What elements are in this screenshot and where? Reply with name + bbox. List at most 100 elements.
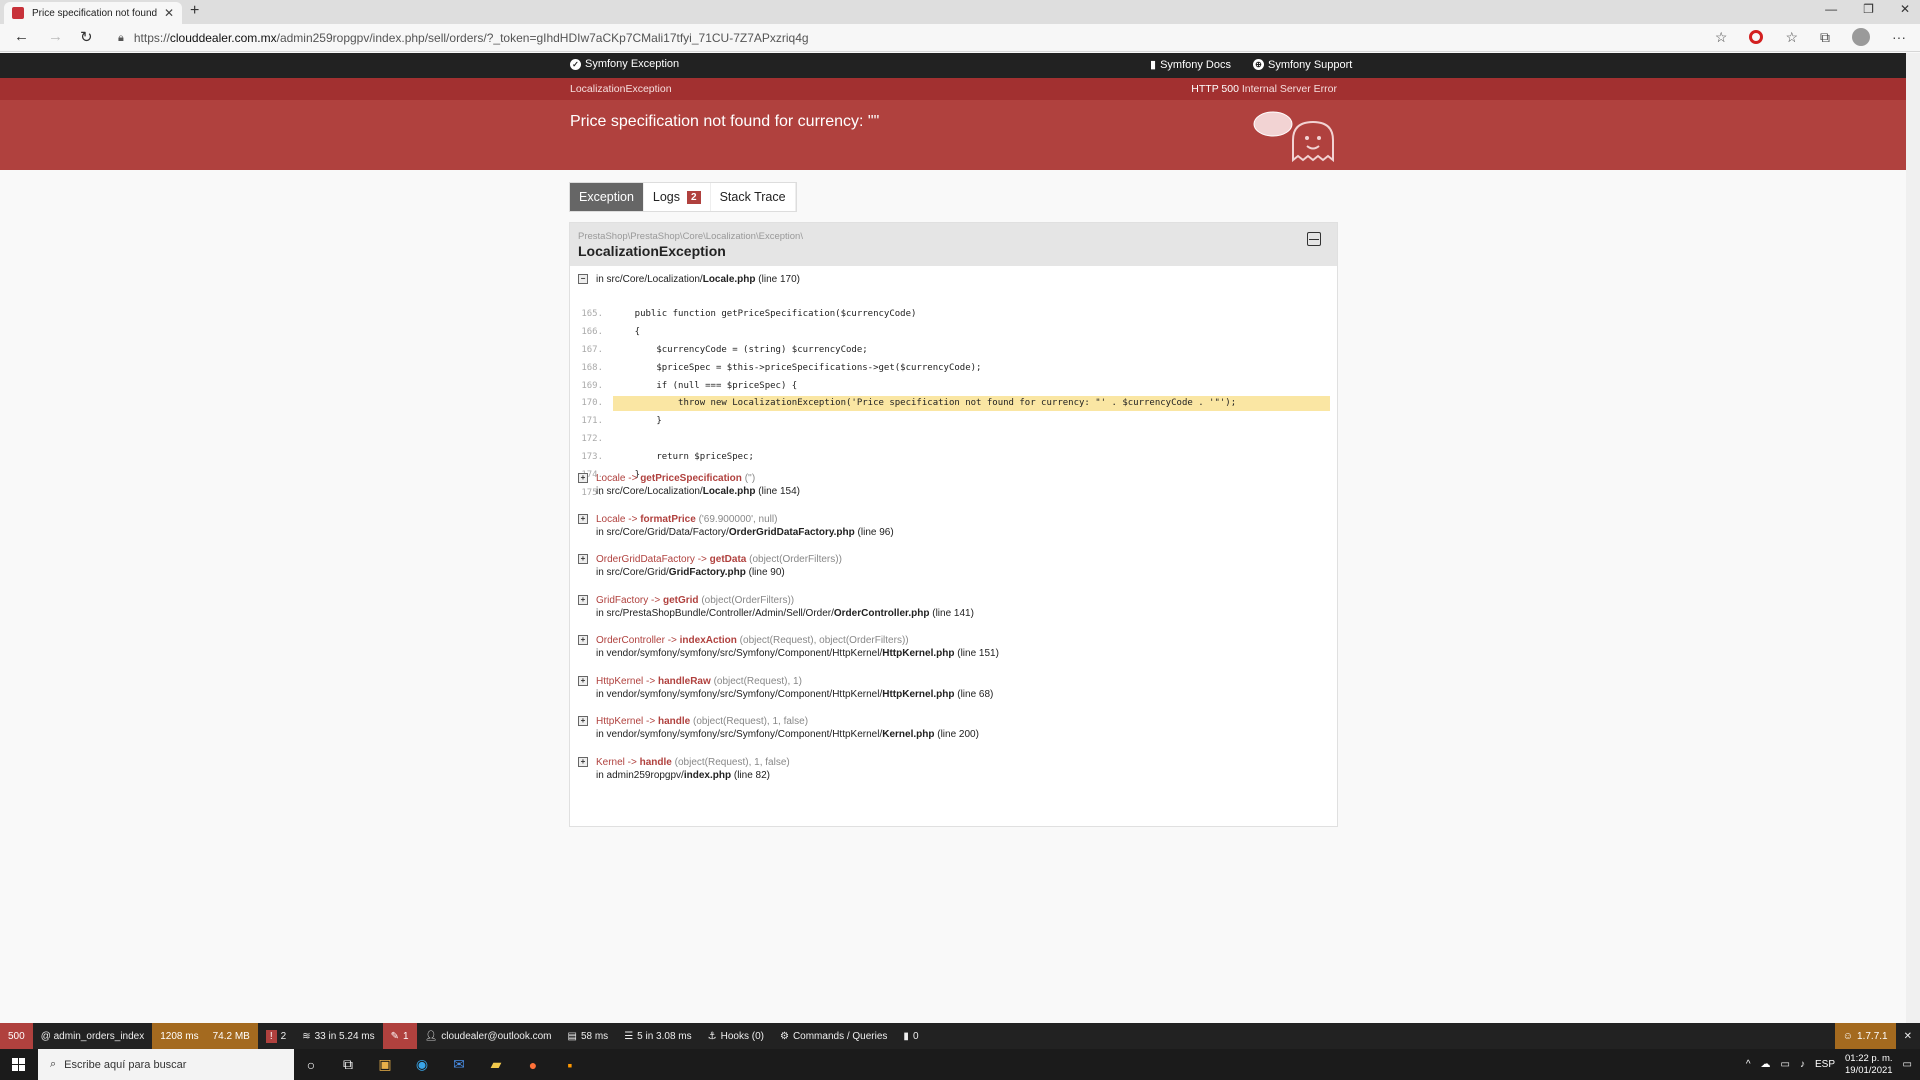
toggle-minus-icon[interactable]: − xyxy=(578,274,588,285)
store-icon[interactable]: ▣ xyxy=(376,1056,394,1074)
profile-avatar[interactable] xyxy=(1852,28,1870,46)
toggle-plus-icon[interactable]: + xyxy=(578,473,588,484)
language-indicator[interactable]: ESP xyxy=(1815,1059,1835,1070)
exception-name: LocalizationException xyxy=(578,243,726,259)
toolbar-db[interactable]: ☰ 5 in 3.08 ms xyxy=(616,1023,699,1049)
status-value: 500 xyxy=(8,1030,25,1042)
toolbar-logs[interactable]: ✎ 1 xyxy=(382,1023,417,1049)
trace-call[interactable]: + Locale -> getPriceSpecification ('') xyxy=(578,473,1330,484)
firefox-icon[interactable]: ● xyxy=(524,1056,542,1074)
cache-value: 33 in 5.24 ms xyxy=(314,1030,375,1042)
toolbar-errors[interactable]: ! 2 xyxy=(258,1023,294,1049)
windows-start-icon[interactable] xyxy=(12,1058,25,1071)
location-line: (line 170) xyxy=(758,274,800,285)
toolbar-status[interactable]: 500 xyxy=(0,1023,33,1049)
favorite-star-icon[interactable]: ☆ xyxy=(1715,29,1728,46)
toggle-plus-icon[interactable]: + xyxy=(578,594,588,605)
toggle-plus-icon[interactable]: + xyxy=(578,554,588,565)
edge-icon[interactable]: ◉ xyxy=(413,1056,431,1074)
toolbar-cache[interactable]: ≋ 33 in 5.24 ms xyxy=(294,1023,382,1049)
trace-class: Locale xyxy=(596,513,626,525)
trace-call[interactable]: + HttpKernel -> handle (object(Request), … xyxy=(578,716,1330,727)
trace-call[interactable]: + HttpKernel -> handleRaw (object(Request… xyxy=(578,676,1330,687)
cortana-icon[interactable]: ○ xyxy=(302,1056,320,1074)
prestashop-logo-icon: ☺︎ xyxy=(1842,1030,1854,1042)
trace-function: getData xyxy=(709,554,747,565)
window-controls: — ❐ ✕ xyxy=(1825,2,1910,16)
symfony-logo-icon: ✓ xyxy=(570,58,581,70)
toolbar-hooks[interactable]: ⚓︎ Hooks (0) xyxy=(700,1023,772,1049)
toolbar-render[interactable]: ▤ 58 ms xyxy=(560,1023,617,1049)
trace-call[interactable]: + OrderGridDataFactory -> getData (object… xyxy=(578,554,1330,565)
code-line: 165. public function getPriceSpecificati… xyxy=(578,305,1330,323)
trace-call[interactable]: + Kernel -> handle (object(Request), 1, f… xyxy=(578,757,1330,768)
toolbar-route[interactable]: @ admin_orders_index xyxy=(33,1023,153,1049)
url-path: /admin259ropgpv/index.php/sell/orders/?_… xyxy=(276,31,809,45)
tab-exception[interactable]: Exception xyxy=(570,183,644,211)
notifications-icon[interactable]: ▭ xyxy=(1903,1059,1912,1070)
trace-line: (line 200) xyxy=(937,729,979,740)
events-icon: ▮ xyxy=(903,1030,909,1042)
url-field[interactable]: 🔒︎ https://clouddealer.com.mx/admin259ro… xyxy=(118,28,1718,48)
browser-toolbar: ☆ ☆ ⧉ ··· xyxy=(1715,28,1906,46)
logs-value: 1 xyxy=(403,1030,409,1042)
trace-call[interactable]: + GridFactory -> getGrid (object(OrderFil… xyxy=(578,595,1330,606)
trace-call[interactable]: + OrderController -> indexAction (object(… xyxy=(578,635,1330,646)
trace-path: in src/Core/Grid/ xyxy=(596,567,669,578)
tab-stack-trace[interactable]: Stack Trace xyxy=(711,183,796,211)
line-number: 171. xyxy=(581,416,603,427)
tab-logs[interactable]: Logs 2 xyxy=(644,183,711,211)
reload-icon[interactable]: ↻ xyxy=(80,28,93,46)
collections-icon[interactable]: ⧉ xyxy=(1820,29,1830,46)
symfony-support-link[interactable]: ⊕ Symfony Support xyxy=(1252,58,1352,71)
toggle-plus-icon[interactable]: + xyxy=(578,635,588,646)
line-source: return $priceSpec; xyxy=(613,452,754,463)
favorites-icon[interactable]: ☆ xyxy=(1785,29,1798,46)
toolbar-version[interactable]: ☺︎ 1.7.7.1 xyxy=(1834,1023,1896,1049)
mail-icon[interactable]: ✉ xyxy=(450,1056,468,1074)
page-scrollbar[interactable] xyxy=(1906,53,1920,1023)
back-icon[interactable]: ← xyxy=(14,28,29,45)
opera-extension-icon[interactable] xyxy=(1749,30,1764,44)
toolbar-time[interactable]: 1208 ms 74.2 MB xyxy=(152,1023,258,1049)
toolbar-events[interactable]: ▮ 0 xyxy=(895,1023,926,1049)
toolbar-user[interactable]: 👤︎ cloudealer@outlook.com xyxy=(417,1023,560,1049)
trace-file: in vendor/symfony/symfony/src/Symfony/Co… xyxy=(578,729,1330,740)
trace-call[interactable]: + Locale -> formatPrice ('69.900000', nul… xyxy=(578,514,1330,525)
os-taskbar: ⌕ Escribe aquí para buscar ○ ⧉ ▣ ◉ ✉ ▰ ●… xyxy=(0,1049,1920,1080)
exception-message: Price specification not found for curren… xyxy=(570,113,880,130)
toolbar-commands[interactable]: ⚙︎ Commands / Queries xyxy=(772,1023,895,1049)
new-tab-icon[interactable]: + xyxy=(190,2,199,20)
network-icon[interactable]: ▭ xyxy=(1781,1059,1790,1070)
line-source: throw new LocalizationException('Price s… xyxy=(613,395,1330,411)
exception-location: − in src/Core/Localization/Locale.php (li… xyxy=(578,274,800,285)
debug-toolbar: 500 @ admin_orders_index 1208 ms 74.2 MB … xyxy=(0,1023,1920,1049)
task-view-icon[interactable]: ⧉ xyxy=(339,1056,357,1074)
volume-icon[interactable]: ♪ xyxy=(1800,1059,1805,1070)
close-window-icon[interactable]: ✕ xyxy=(1900,2,1910,16)
toggle-plus-icon[interactable]: + xyxy=(578,675,588,686)
search-icon: ⌕ xyxy=(50,1058,57,1070)
more-menu-icon[interactable]: ··· xyxy=(1892,29,1906,45)
toggle-plus-icon[interactable]: + xyxy=(578,716,588,727)
symfony-docs-link[interactable]: ▮ Symfony Docs xyxy=(1150,58,1231,72)
clock[interactable]: 01:22 p. m. 19/01/2021 xyxy=(1845,1053,1893,1077)
browser-tab[interactable]: Price specification not found fo ✕ xyxy=(4,2,182,24)
file-explorer-icon[interactable]: ▰ xyxy=(487,1056,505,1074)
toggle-plus-icon[interactable]: + xyxy=(578,513,588,524)
collapse-icon[interactable]: — xyxy=(1307,232,1321,246)
tray-chevron-icon[interactable]: ^ xyxy=(1746,1059,1751,1070)
trace-filename: HttpKernel.php xyxy=(882,688,955,700)
hook-icon: ⚓︎ xyxy=(707,1030,717,1042)
line-number: 168. xyxy=(581,362,603,373)
toggle-plus-icon[interactable]: + xyxy=(578,756,588,767)
close-tab-icon[interactable]: ✕ xyxy=(164,6,174,20)
toolbar-close-icon[interactable]: ✕ xyxy=(1896,1023,1920,1049)
restore-icon[interactable]: ❐ xyxy=(1863,2,1874,16)
taskbar-search[interactable]: ⌕ Escribe aquí para buscar xyxy=(38,1049,294,1080)
forward-icon[interactable]: → xyxy=(48,28,63,45)
tab-logs-label: Logs xyxy=(652,190,681,204)
minimize-icon[interactable]: — xyxy=(1825,2,1837,16)
sublime-icon[interactable]: ▪ xyxy=(561,1056,579,1074)
onedrive-icon[interactable]: ☁ xyxy=(1761,1059,1771,1070)
